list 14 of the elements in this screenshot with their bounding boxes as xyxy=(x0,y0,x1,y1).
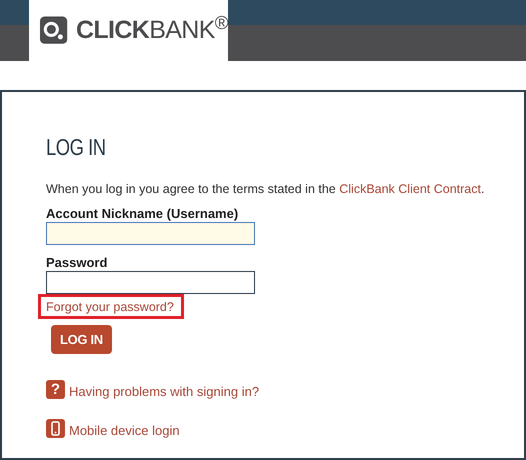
terms-text: When you log in you agree to the terms stated in the ClickBank Client Contract. xyxy=(46,181,486,198)
logo-text[interactable]: CLICKBANK$^{®}$ xyxy=(76,18,228,43)
page-heading: LOG IN xyxy=(46,136,107,159)
field-label: Password xyxy=(46,254,108,271)
help-link[interactable]: Having problems with signing in? xyxy=(69,384,260,399)
help-link[interactable]: Mobile device login xyxy=(69,422,180,438)
forgot-password-link[interactable]: Forgot your password? xyxy=(46,298,174,315)
help-icon: ? xyxy=(46,380,65,399)
phone-icon xyxy=(46,418,65,438)
contract-link[interactable]: ClickBank Client Contract xyxy=(339,182,481,196)
input-field[interactable] xyxy=(46,270,255,294)
field-label: Account Nickname (Username) xyxy=(46,206,240,222)
login-button[interactable]: LOG IN xyxy=(51,324,112,354)
input-field[interactable] xyxy=(46,222,255,245)
